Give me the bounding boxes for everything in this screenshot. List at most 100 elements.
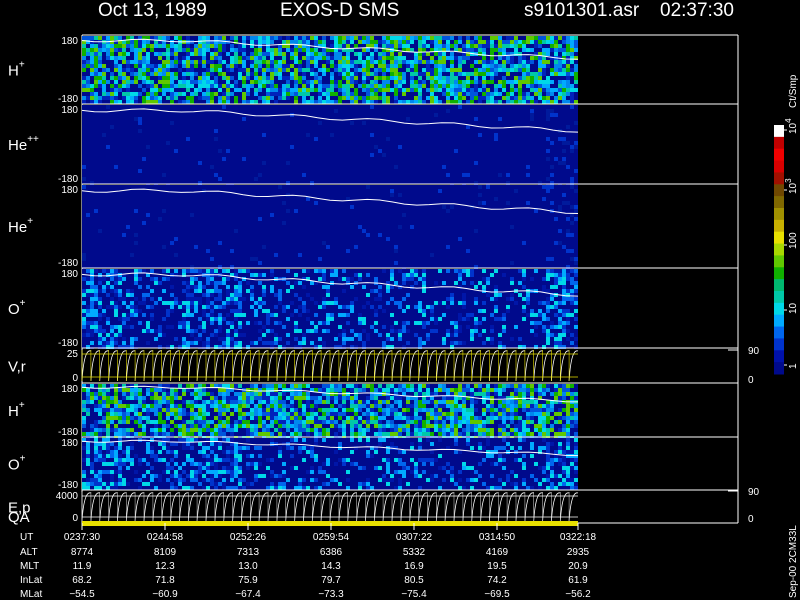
spectrogram-cell xyxy=(342,384,346,388)
spectrogram-cell xyxy=(278,64,282,68)
spectrogram-cell xyxy=(86,60,90,64)
spectrogram-cell xyxy=(138,400,142,404)
spectrogram-cell xyxy=(154,404,158,408)
spectrogram-cell xyxy=(382,88,386,92)
spectrogram-cell xyxy=(566,329,570,333)
spectrogram-cell xyxy=(158,76,162,80)
spectrogram-cell xyxy=(234,285,238,289)
spectrogram-cell xyxy=(90,36,94,40)
spectrogram-cell xyxy=(198,301,202,305)
spectrogram-cell xyxy=(226,76,230,80)
spectrogram-cell xyxy=(98,404,102,408)
spectrogram-cell xyxy=(394,88,398,92)
spectrogram-cell xyxy=(370,121,374,125)
spectrogram-cell xyxy=(174,337,178,341)
spectrogram-cell xyxy=(418,428,422,432)
spectrogram-cell xyxy=(374,289,378,293)
spectrogram-cell xyxy=(482,317,486,321)
spectrogram-cell xyxy=(342,428,346,432)
spectrogram-cell xyxy=(142,432,146,436)
spectrogram-cell xyxy=(458,301,462,305)
spectrogram-cell xyxy=(362,64,366,68)
spectrogram-cell xyxy=(558,88,562,92)
spectrogram-cell xyxy=(454,400,458,404)
spectrogram-cell xyxy=(438,60,442,64)
spectrogram-cell xyxy=(182,153,186,157)
spectrogram-cell xyxy=(570,253,574,257)
spectrogram-cell xyxy=(462,293,466,297)
spectrogram-cell xyxy=(90,400,94,404)
spectrogram-cell xyxy=(438,68,442,72)
spectrogram-cell xyxy=(362,121,366,125)
spectrogram-cell xyxy=(494,84,498,88)
spectrogram-cell xyxy=(98,313,102,317)
spectrogram-cell xyxy=(90,329,94,333)
spectrogram-cell xyxy=(382,92,386,96)
spectrogram-cell xyxy=(566,233,570,237)
spectrogram-cell xyxy=(206,333,210,337)
spectrogram-cell xyxy=(146,72,150,76)
spectrogram-cell xyxy=(334,400,338,404)
spectrogram-cell xyxy=(354,72,358,76)
spectrogram-cell xyxy=(254,273,258,277)
spectrogram-cell xyxy=(306,64,310,68)
spectrogram-cell xyxy=(358,396,362,400)
spectrogram-cell xyxy=(142,60,146,64)
spectrogram-cell xyxy=(550,88,554,92)
spectrogram-cell xyxy=(430,313,434,317)
spectrogram-cell xyxy=(458,237,462,241)
spectrogram-cell xyxy=(462,392,466,396)
spectrogram-cell xyxy=(226,416,230,420)
spectrogram-cell xyxy=(374,388,378,392)
spectrogram-cell xyxy=(230,269,234,273)
spectrogram-cell xyxy=(198,325,202,329)
spectrogram-cell xyxy=(134,416,138,420)
spectrogram-cell xyxy=(182,56,186,60)
spectrogram-cell xyxy=(298,76,302,80)
spectrogram-cell xyxy=(430,392,434,396)
spectrogram-cell xyxy=(426,412,430,416)
spectrogram-cell xyxy=(442,80,446,84)
spectrogram-cell xyxy=(310,341,314,345)
spectrogram-cell xyxy=(550,297,554,301)
spectrogram-cell xyxy=(338,384,342,388)
spectrogram-cell xyxy=(94,329,98,333)
spectrogram-cell xyxy=(206,209,210,213)
spectrogram-cell xyxy=(558,133,562,137)
spectrogram-cell xyxy=(230,309,234,313)
spectrogram-cell xyxy=(434,60,438,64)
spectrogram-cell xyxy=(158,56,162,60)
spectrogram-cell xyxy=(194,52,198,56)
spectrogram-cell xyxy=(314,329,318,333)
spectrogram-cell xyxy=(486,76,490,80)
spectrogram-cell xyxy=(446,404,450,408)
spectrogram-cell xyxy=(386,68,390,72)
spectrogram-cell xyxy=(426,76,430,80)
spectrogram-cell xyxy=(238,416,242,420)
spectrogram-cell xyxy=(482,341,486,345)
spectrogram-cell xyxy=(234,317,238,321)
spectrogram-cell xyxy=(174,241,178,245)
spectrogram-cell xyxy=(210,424,214,428)
spectrogram-cell xyxy=(378,72,382,76)
spectrogram-cell xyxy=(102,337,106,341)
spectrogram-cell xyxy=(542,317,546,321)
spectrogram-cell xyxy=(410,36,414,40)
spectrogram-cell xyxy=(430,56,434,60)
spectrogram-cell xyxy=(534,100,538,104)
sweep-curve xyxy=(489,350,499,382)
spectrogram-cell xyxy=(318,400,322,404)
spectrogram-cell xyxy=(110,48,114,52)
spectrogram-cell xyxy=(394,56,398,60)
spectrogram-cell xyxy=(462,48,466,52)
spectrogram-cell xyxy=(350,80,354,84)
spectrogram-cell xyxy=(254,341,258,345)
spectrogram-cell xyxy=(354,432,358,436)
spectrogram-cell xyxy=(290,76,294,80)
spectrogram-cell xyxy=(346,333,350,337)
spectrogram-cell xyxy=(410,277,414,281)
spectrogram-cell xyxy=(482,149,486,153)
spectrogram-cell xyxy=(362,432,366,436)
spectrogram-cell xyxy=(218,341,222,345)
spectrogram-cell xyxy=(386,36,390,40)
